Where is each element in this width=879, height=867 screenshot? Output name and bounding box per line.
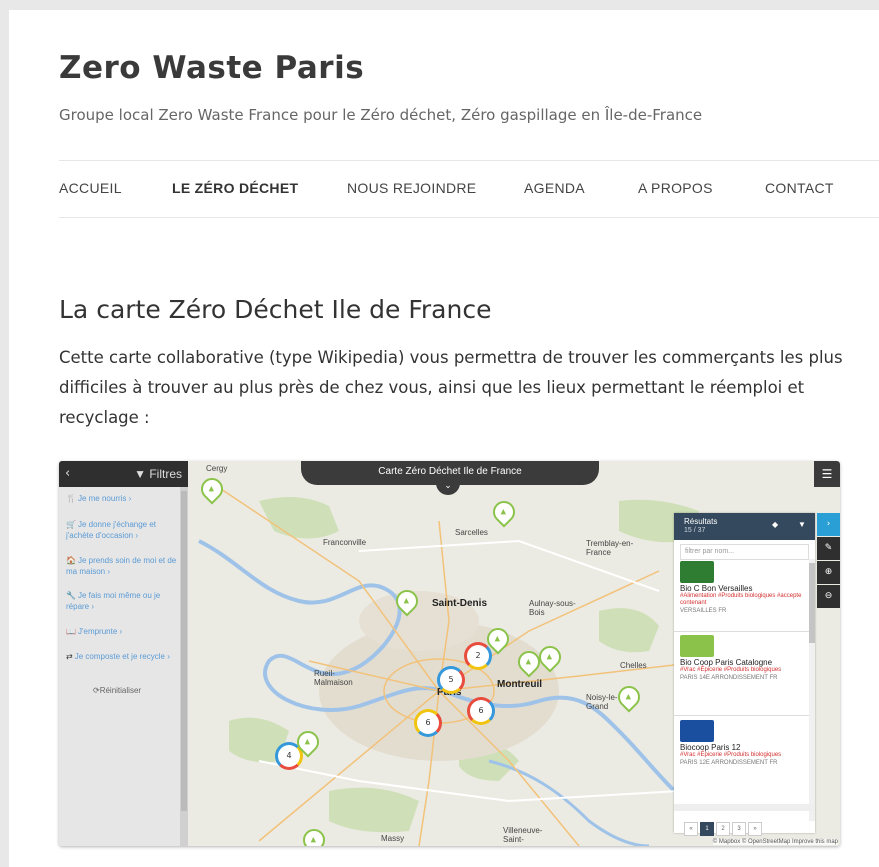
- marker-cluster[interactable]: 6: [467, 697, 495, 725]
- page-title: La carte Zéro Déchet Ile de France: [59, 294, 492, 324]
- list-icon[interactable]: ☰: [814, 461, 840, 487]
- results-filter-input[interactable]: filtrer par nom...: [680, 544, 809, 560]
- pin-icon: ▲: [546, 652, 552, 661]
- wrench-icon: 🔧: [66, 591, 76, 600]
- page-2[interactable]: 2: [716, 822, 730, 836]
- intro-paragraph: Cette carte collaborative (type Wikipedi…: [59, 348, 843, 427]
- biocoop-logo: [680, 635, 714, 657]
- results-panel: Résultats 15 / 37 ◆ ▼ filtrer par nom...…: [674, 513, 815, 836]
- result-address: VERSAILLES FR: [680, 608, 727, 614]
- book-icon: 📖: [66, 627, 76, 636]
- results-scrollbar[interactable]: [809, 559, 815, 821]
- nav-item-agenda[interactable]: AGENDA: [524, 180, 585, 196]
- main-nav: ACCUEIL LE ZÉRO DÉCHET NOUS REJOINDRE AG…: [59, 160, 879, 218]
- place-label: Aulnay-sous-Bois: [529, 599, 576, 617]
- filters-title[interactable]: ▼ Filtres: [134, 467, 182, 481]
- place-label: Franconville: [323, 538, 367, 547]
- filters-scrollbar[interactable]: [180, 487, 188, 846]
- home-icon: 🏠: [66, 556, 76, 565]
- marker-cluster[interactable]: 5: [437, 666, 465, 694]
- filters-panel: ‹ ▼ Filtres 🍴 Je me nourris › 🛒 Je donne j…: [59, 461, 188, 846]
- pin-icon: ▲: [403, 596, 409, 605]
- results-pagination: «1 2 3»: [684, 815, 764, 836]
- place-label: Sarcelles: [455, 528, 488, 537]
- tag-icon[interactable]: ◆: [772, 520, 778, 529]
- back-icon[interactable]: ‹: [65, 466, 70, 481]
- filter-j-emprunte[interactable]: 📖 J'emprunte ›: [66, 626, 178, 637]
- map-tools: › ✎ ⊕ ⊖: [817, 513, 840, 609]
- result-name: Bio Coop Paris Catalogne: [680, 658, 773, 667]
- results-count: 15 / 37: [684, 527, 706, 534]
- biocoop-paris-12-logo: [680, 720, 714, 742]
- marker-cluster[interactable]: 6: [414, 709, 442, 737]
- result-name: Biocoop Paris 12: [680, 743, 741, 752]
- page-prev[interactable]: «: [684, 822, 698, 836]
- filter-je-me-nourris[interactable]: 🍴 Je me nourris ›: [66, 493, 178, 504]
- page-next[interactable]: »: [748, 822, 762, 836]
- results-hscrollbar[interactable]: [674, 804, 815, 811]
- nav-item-accueil[interactable]: ACCUEIL: [59, 180, 122, 196]
- filter-je-prends-soin[interactable]: 🏠 Je prends soin de moi et de ma maison ›: [66, 555, 178, 577]
- nav-item-contact[interactable]: CONTACT: [765, 180, 834, 196]
- pin-icon: ▲: [494, 634, 500, 643]
- pin-icon: ▲: [208, 484, 214, 493]
- pin-icon: ▲: [625, 692, 631, 701]
- pin-icon: ▲: [500, 507, 506, 516]
- page-3[interactable]: 3: [732, 822, 746, 836]
- reset-button[interactable]: ⟳Réinitialiser: [93, 686, 141, 695]
- funnel-icon[interactable]: ▼: [798, 520, 806, 529]
- result-tags: #Vrac #Épicerie #Produits biologiques: [680, 752, 782, 758]
- place-label: Chelles: [620, 661, 647, 670]
- nav-item-le-zero-dechet[interactable]: LE ZÉRO DÉCHET: [172, 180, 298, 196]
- result-address: PARIS 14E ARRONDISSEMENT FR: [680, 675, 778, 681]
- pin-icon: ▲: [310, 835, 316, 844]
- filter-je-donne[interactable]: 🛒 Je donne j'échange et j'achète d'occasi…: [66, 519, 178, 541]
- site-title[interactable]: Zero Waste Paris: [59, 50, 364, 86]
- result-tags: #Alimentation #Produits biologiques #acc…: [680, 593, 802, 606]
- results-title: Résultats: [684, 517, 718, 526]
- page-1[interactable]: 1: [700, 822, 714, 836]
- place-label: Saint-Denis: [432, 598, 488, 609]
- pin-icon: ▲: [304, 737, 310, 746]
- results-header: Résultats 15 / 37 ◆ ▼: [674, 513, 815, 540]
- pin-icon: ▲: [525, 657, 531, 666]
- fork-knife-icon: 🍴: [66, 494, 76, 503]
- zoom-out-icon[interactable]: ⊖: [817, 585, 840, 608]
- result-item[interactable]: Bio C Bon Versailles #Alimentation #Prod…: [680, 561, 804, 615]
- zero-waste-map[interactable]: Cergy Franconville Sarcelles Tremblay-en…: [59, 461, 840, 846]
- page: Zero Waste Paris Groupe local Zero Waste…: [9, 10, 879, 867]
- result-name: Bio C Bon Versailles: [680, 584, 753, 593]
- place-label: Rueil-Malmaison: [314, 669, 353, 687]
- chevron-right-icon[interactable]: ›: [817, 513, 840, 536]
- pencil-icon[interactable]: ✎: [817, 537, 840, 560]
- zoom-in-icon[interactable]: ⊕: [817, 561, 840, 584]
- nav-item-nous-rejoindre[interactable]: NOUS REJOINDRE: [347, 180, 476, 196]
- exchange-icon: ⇄: [66, 652, 73, 661]
- place-label: Tremblay-en-France: [586, 539, 634, 557]
- place-label: Villeneuve-Saint-: [503, 826, 543, 844]
- cart-icon: 🛒: [66, 520, 76, 529]
- map-attribution[interactable]: © Mapbox © OpenStreetMap Improve this ma…: [712, 839, 838, 845]
- nav-item-a-propos[interactable]: A PROPOS: [638, 180, 713, 196]
- funnel-icon: ▼: [134, 467, 146, 481]
- place-label: Montreuil: [497, 679, 542, 690]
- filters-header: ‹ ▼ Filtres: [59, 461, 188, 487]
- filter-je-composte[interactable]: ⇄ Je composte et je recycle ›: [66, 651, 178, 662]
- bio-c-bon-logo: [680, 561, 714, 583]
- result-tags: #Vrac #Épicerie #Produits biologiques: [680, 667, 782, 673]
- result-item[interactable]: Bio Coop Paris Catalogne #Vrac #Épicerie…: [680, 635, 804, 682]
- place-label: Cergy: [206, 464, 228, 473]
- result-address: PARIS 12E ARRONDISSEMENT FR: [680, 760, 778, 766]
- site-tagline: Groupe local Zero Waste France pour le Z…: [59, 106, 703, 124]
- result-item[interactable]: Biocoop Paris 12 #Vrac #Épicerie #Produi…: [680, 720, 804, 767]
- filter-je-fais-moi-meme[interactable]: 🔧 Je fais moi même ou je répare ›: [66, 590, 178, 612]
- place-label: Massy: [381, 834, 405, 843]
